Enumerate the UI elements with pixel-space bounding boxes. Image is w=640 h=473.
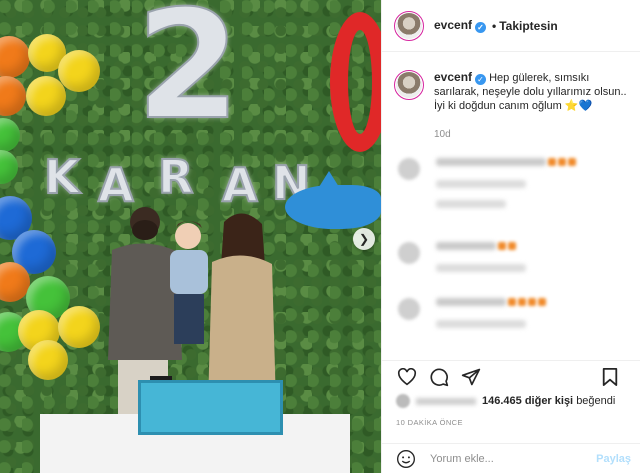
caption-age: 10d bbox=[434, 129, 451, 140]
post-comment-button[interactable]: Paylaş bbox=[596, 453, 631, 465]
likes-summary: 146.465 diğer kişi beğendi bbox=[396, 394, 615, 408]
shark-balloon bbox=[285, 171, 381, 229]
separator-dot: • bbox=[492, 18, 497, 33]
like-button[interactable] bbox=[396, 366, 418, 388]
birthday-cake bbox=[138, 380, 283, 435]
avatar bbox=[396, 394, 410, 408]
likes-count-link[interactable]: 146.465 diğer kişi bbox=[482, 395, 573, 407]
avatar[interactable] bbox=[394, 70, 424, 100]
comment-item bbox=[398, 158, 628, 208]
action-bar bbox=[382, 360, 640, 392]
save-button[interactable] bbox=[599, 366, 621, 388]
next-photo-button[interactable]: ❯ bbox=[353, 228, 375, 250]
caption: evcenf ✓ Hep gülerek, sımsıkı sarılarak, … bbox=[394, 70, 634, 113]
blue-heart-emoji: 💙 bbox=[578, 100, 593, 112]
red-balloon bbox=[330, 12, 381, 152]
caption-username[interactable]: evcenf bbox=[434, 70, 472, 84]
avatar[interactable] bbox=[398, 242, 420, 264]
comment-composer: Paylaş bbox=[382, 443, 640, 473]
smiley-icon[interactable] bbox=[396, 449, 416, 469]
caption-body: evcenf ✓ Hep gülerek, sımsıkı sarılarak, … bbox=[434, 70, 632, 113]
post-side-panel: evcenf ✓ • Takiptesin evcenf ✓ Hep gülerek,… bbox=[381, 0, 640, 473]
verified-badge-icon: ✓ bbox=[475, 74, 487, 85]
heart-outline-icon bbox=[397, 367, 417, 385]
balloon bbox=[26, 76, 66, 116]
likes-suffix: beğendi bbox=[576, 395, 616, 407]
bookmark-icon bbox=[602, 368, 618, 386]
username-text: evcenf bbox=[434, 18, 473, 32]
verified-badge-icon: ✓ bbox=[475, 22, 487, 33]
follow-status-label: Takiptesin bbox=[499, 18, 558, 33]
banner-letter: R bbox=[157, 149, 194, 205]
comment-item bbox=[398, 298, 628, 342]
comment-button[interactable] bbox=[428, 366, 450, 388]
paper-plane-icon bbox=[461, 368, 481, 385]
number-balloon: 2 bbox=[135, 0, 241, 153]
share-button[interactable] bbox=[460, 366, 482, 388]
comment-item bbox=[398, 242, 628, 286]
comment-input[interactable] bbox=[430, 452, 580, 465]
avatar[interactable] bbox=[398, 298, 420, 320]
post-timestamp[interactable]: 10 DAKİKA ÖNCE bbox=[396, 418, 463, 427]
username-link[interactable]: evcenf ✓ bbox=[434, 18, 487, 33]
follow-status[interactable]: • Takiptesin bbox=[490, 19, 558, 33]
balloon bbox=[58, 50, 100, 92]
chevron-right-icon: ❯ bbox=[358, 232, 370, 246]
avatar[interactable] bbox=[394, 10, 424, 41]
banner-letter: K bbox=[43, 149, 81, 205]
post-header: evcenf ✓ • Takiptesin bbox=[382, 0, 640, 52]
post-photo[interactable]: 2 K A R A N ❯ bbox=[0, 0, 381, 473]
instagram-post: 2 K A R A N ❯ evcenf ✓ • Takiptesin evce… bbox=[0, 0, 640, 473]
avatar[interactable] bbox=[398, 158, 420, 180]
liker-name-blurred[interactable] bbox=[416, 397, 476, 405]
comment-bubble-icon bbox=[430, 367, 449, 386]
balloon bbox=[28, 340, 68, 380]
star-emoji: ⭐ bbox=[564, 100, 579, 112]
caption-username-text: evcenf bbox=[434, 70, 473, 84]
